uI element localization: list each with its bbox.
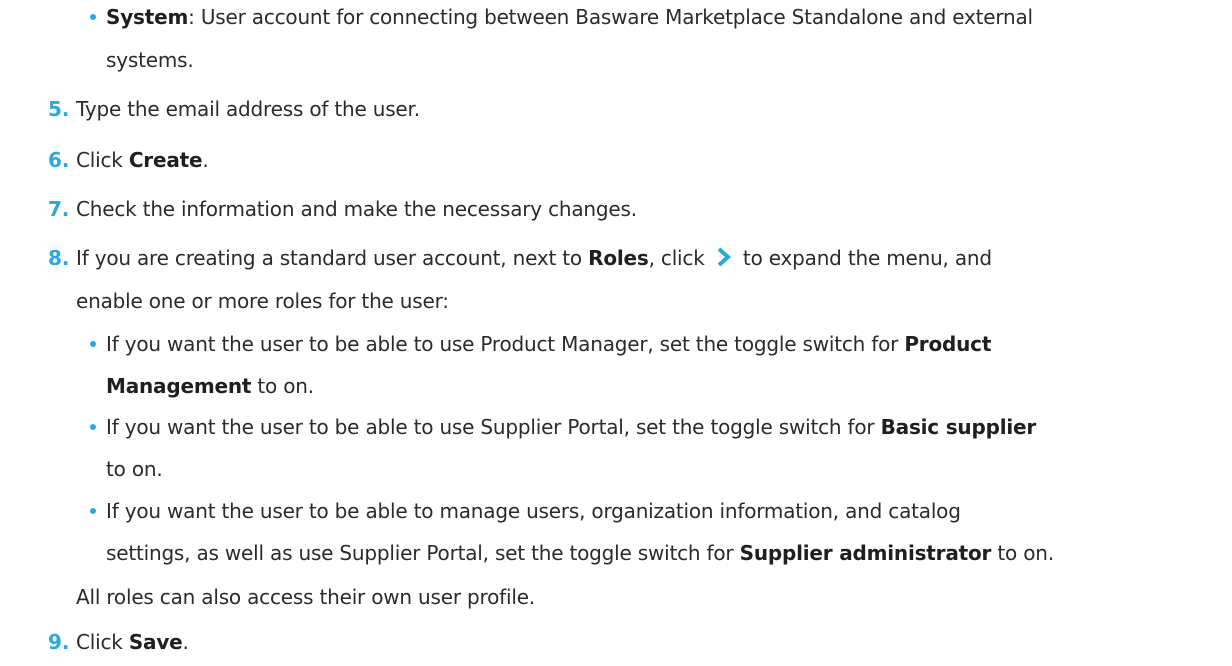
step-9-text: Click Save.: [76, 628, 189, 656]
create-label: Create: [128, 148, 203, 172]
step-6-pre: Click: [76, 148, 129, 172]
sub-bullet-3-line-2: settings, as well as use Supplier Portal…: [106, 539, 1054, 567]
save-label: Save: [128, 630, 183, 654]
step-number-8: 8.: [48, 246, 70, 270]
system-description-cont: systems.: [106, 48, 194, 72]
step-number-9: 9.: [48, 630, 70, 654]
system-item-line-1: System: User account for connecting betw…: [106, 3, 1033, 31]
roles-label: Roles: [588, 246, 649, 270]
step-8-pre: If you are creating a standard user acco…: [76, 246, 589, 270]
system-term: System: [106, 5, 189, 29]
document-page: System: User account for connecting betw…: [0, 0, 1232, 666]
product-label: Product: [904, 332, 992, 356]
step-9-pre: Click: [76, 630, 129, 654]
sub-bullet-2-line-2: to on.: [106, 457, 163, 481]
sub-bullet-1-text: If you want the user to be able to use P…: [106, 332, 905, 356]
step-6-post: .: [202, 148, 209, 172]
sub-bullet-1-line-1: If you want the user to be able to use P…: [106, 330, 991, 358]
sub-bullet-3-line-1: If you want the user to be able to manag…: [106, 499, 961, 523]
sub-bullet-3-post: to on.: [991, 541, 1054, 565]
bullet-marker: [90, 424, 96, 430]
step-8-post: to expand the menu, and: [736, 246, 992, 270]
sub-bullet-2-line-1: If you want the user to be able to use S…: [106, 413, 1036, 441]
sub-bullet-3-text: settings, as well as use Supplier Portal…: [106, 541, 740, 565]
step-number-6: 6.: [48, 148, 70, 172]
step-7-text: Check the information and make the neces…: [76, 197, 637, 221]
step-6-text: Click Create.: [76, 146, 209, 174]
step-number-7: 7.: [48, 197, 70, 221]
step-5-text: Type the email address of the user.: [76, 97, 420, 121]
step-8-line-2: enable one or more roles for the user:: [76, 289, 449, 313]
bullet-marker: [90, 14, 96, 20]
bullet-marker: [90, 341, 96, 347]
step-number-5: 5.: [48, 97, 70, 121]
management-label: Management: [106, 374, 252, 398]
step-9-post: .: [182, 630, 189, 654]
sub-bullet-1-post: to on.: [251, 374, 314, 398]
step-8-mid: , click: [648, 246, 711, 270]
supplier-administrator-label: Supplier administrator: [739, 541, 992, 565]
system-description: : User account for connecting between Ba…: [188, 5, 1033, 29]
basic-supplier-label: Basic supplier: [880, 415, 1037, 439]
sub-bullet-2-text: If you want the user to be able to use S…: [106, 415, 881, 439]
bullet-marker: [90, 508, 96, 514]
roles-note: All roles can also access their own user…: [76, 585, 535, 609]
chevron-right-icon: [717, 247, 731, 267]
system-item-line-2: systems.: [106, 46, 194, 74]
step-8-line-1: If you are creating a standard user acco…: [76, 244, 992, 272]
sub-bullet-1-line-2: Management to on.: [106, 372, 314, 400]
